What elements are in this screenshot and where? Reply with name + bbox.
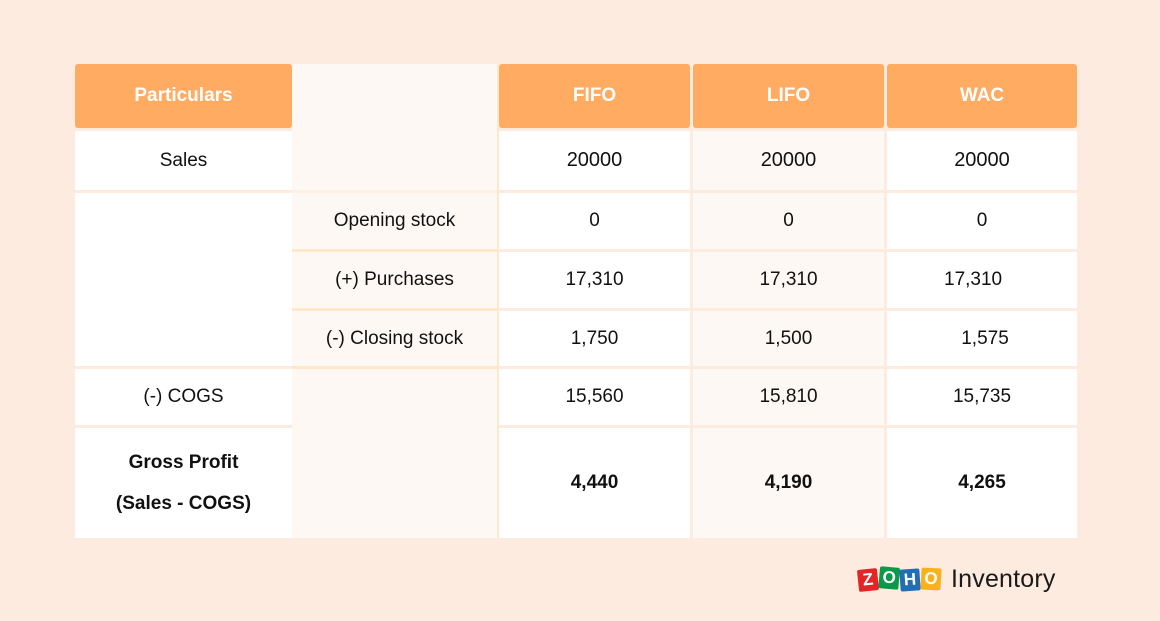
sub-label-purchases: (+) Purchases — [335, 269, 454, 290]
zoho-logo-icon: Z O H O — [856, 565, 942, 592]
grid-line — [292, 366, 497, 369]
gross-profit-wac: 4,265 — [887, 428, 1077, 538]
cogs-lifo: 15,810 — [693, 369, 884, 425]
grid-line — [292, 190, 497, 193]
purchases-fifo: 17,310 — [499, 252, 690, 308]
grid-line — [292, 308, 497, 311]
grid-line — [497, 64, 499, 538]
cogs-comparison-table: Particulars FIFO LIFO WAC Sales 20000 20… — [75, 64, 1077, 538]
header-fifo: FIFO — [499, 64, 690, 128]
opening-stock-fifo: 0 — [499, 193, 690, 249]
sales-fifo: 20000 — [499, 131, 690, 190]
zoho-letter-h: H — [899, 567, 921, 592]
sub-label-closing-stock: (-) Closing stock — [325, 327, 464, 349]
sales-lifo: 20000 — [693, 131, 884, 190]
zoho-inventory-logo: Z O H O Inventory — [856, 565, 1056, 594]
header-lifo: LIFO — [693, 64, 884, 128]
closing-stock-lifo: 1,500 — [693, 311, 884, 366]
cogs-wac: 15,735 — [887, 369, 1077, 425]
product-name: Inventory — [951, 565, 1056, 593]
purchases-lifo: 17,310 — [693, 252, 884, 308]
closing-stock-wac: 1,575 — [887, 311, 1077, 366]
zoho-letter-o: O — [878, 565, 901, 590]
gross-profit-lifo: 4,190 — [693, 428, 884, 538]
row-label-cost-breakdown — [75, 193, 292, 366]
zoho-letter-z: Z — [856, 567, 880, 592]
gross-profit-formula: (Sales - COGS) — [115, 493, 252, 514]
opening-stock-wac: 0 — [887, 193, 1077, 249]
row-label-cogs: (-) COGS — [75, 369, 292, 425]
purchases-wac: 17,310 — [887, 252, 1077, 308]
gross-profit-label: Gross Profit — [128, 452, 239, 473]
opening-stock-lifo: 0 — [693, 193, 884, 249]
row-label-sales: Sales — [75, 131, 292, 190]
gross-profit-fifo: 4,440 — [499, 428, 690, 538]
sub-label-opening-stock: Opening stock — [333, 210, 456, 231]
header-wac: WAC — [887, 64, 1077, 128]
header-particulars: Particulars — [75, 64, 292, 128]
zoho-letter-o-2: O — [920, 566, 942, 591]
closing-stock-fifo: 1,750 — [499, 311, 690, 366]
grid-line — [292, 249, 497, 252]
row-label-gross-profit: Gross Profit (Sales - COGS) — [75, 428, 292, 538]
cogs-fifo: 15,560 — [499, 369, 690, 425]
sales-wac: 20000 — [887, 131, 1077, 190]
